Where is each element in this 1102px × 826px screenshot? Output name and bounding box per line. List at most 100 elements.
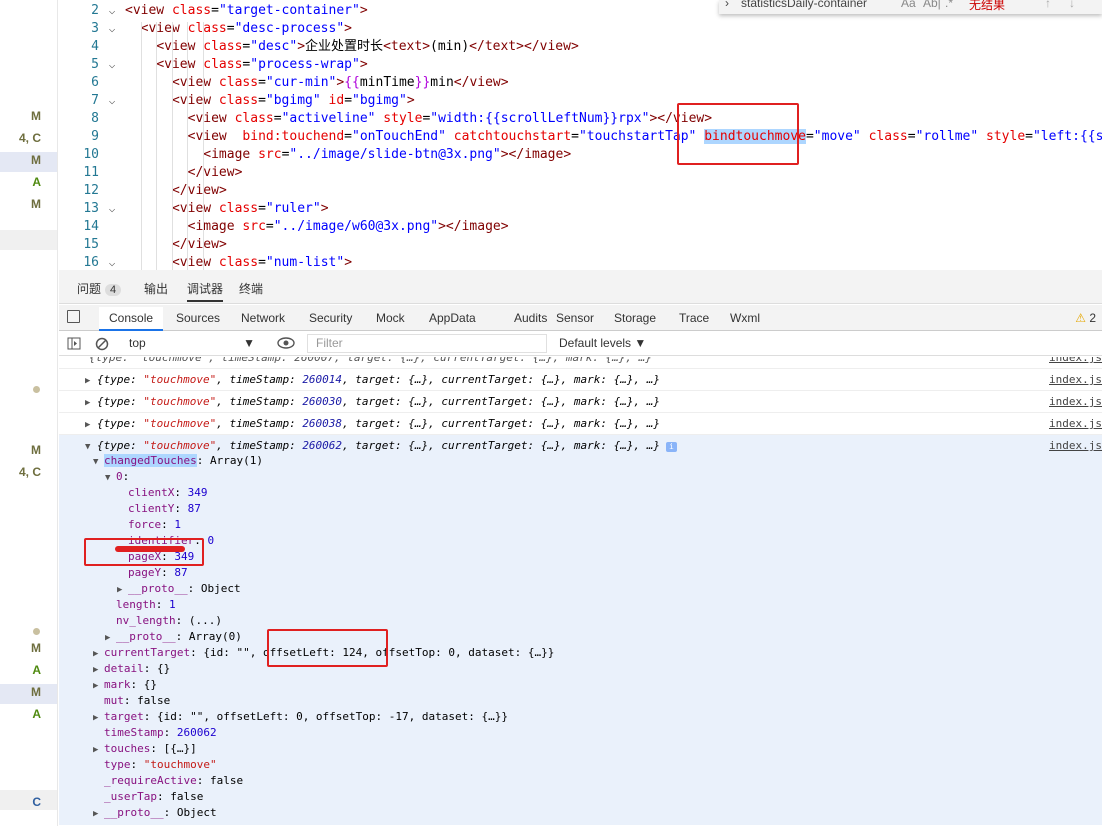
source-link[interactable]: index.js — [1049, 435, 1102, 457]
code-line[interactable]: 16 ⌵ <view class="num-list"> — [59, 254, 1102, 270]
code-line[interactable]: 5 ⌵ <view class="process-wrap"> — [59, 56, 1102, 74]
code-line[interactable]: 13 ⌵ <view class="ruler"> — [59, 200, 1102, 218]
property-number: 1 — [174, 518, 181, 531]
code-token: image — [524, 147, 564, 162]
code-token: "cur-min" — [265, 75, 337, 90]
devtools-tab-storage[interactable]: Storage — [614, 311, 656, 325]
source-link[interactable]: index.js — [1049, 369, 1102, 391]
code-token: 企业处置时长 — [305, 39, 384, 54]
source-link[interactable]: index.js — [1049, 413, 1102, 435]
source-link[interactable]: index.js — [1049, 391, 1102, 413]
inspect-element-icon[interactable] — [67, 310, 80, 323]
expand-triangle-icon[interactable]: ▶ — [85, 370, 97, 392]
devtools-tab-trace[interactable]: Trace — [679, 311, 709, 325]
devtools-tab-appdata[interactable]: AppData — [429, 311, 476, 325]
expand-triangle-icon[interactable]: ▶ — [93, 678, 104, 694]
devtools-tab-network[interactable]: Network — [241, 311, 285, 325]
code-line[interactable]: 6 <view class="cur-min">{{minTime}}min</… — [59, 74, 1102, 92]
log-entry[interactable]: ▶ {type: "touchmove", timeStamp: 260030, … — [59, 391, 1102, 413]
tree-node[interactable]: ▶ touches: [{…}] — [93, 741, 197, 757]
log-entry[interactable]: ▶ {type: "touchmove", timeStamp: 260038, … — [59, 413, 1102, 435]
code-line[interactable]: 12 </view> — [59, 182, 1102, 200]
expand-triangle-icon[interactable]: ▶ — [85, 414, 97, 436]
code-token: = — [226, 21, 235, 36]
property-key: touches — [104, 742, 151, 755]
code-line[interactable]: 8 <view class="activeline" style="width:… — [59, 110, 1102, 128]
scm-status-badge: A — [32, 663, 41, 677]
code-token: "onTouchEnd" — [352, 129, 446, 144]
expand-triangle-icon[interactable]: ▶ — [117, 582, 128, 598]
code-line[interactable]: 2 ⌵ <view class="target-container"> — [59, 2, 1102, 20]
fold-chevron-icon[interactable]: ⌵ — [99, 254, 125, 270]
code-editor[interactable]: › statisticsDaily-container Aa Ab| .* 无结… — [59, 0, 1102, 270]
devtools-tab-audits[interactable]: Audits — [514, 311, 547, 325]
code-line[interactable]: 3 ⌵ <view class="desc-process"> — [59, 20, 1102, 38]
code-token: ></ — [500, 147, 525, 162]
tree-node[interactable]: ▶ detail: {} — [93, 661, 170, 677]
sidebar-toggle-icon[interactable] — [67, 337, 81, 350]
tab-0[interactable]: 问题 4 — [77, 280, 122, 297]
code-token: ></ — [438, 219, 462, 234]
tree-node[interactable]: ▶ __proto__: Object — [117, 581, 241, 597]
tree-node[interactable]: ▼ 0: — [105, 469, 129, 485]
gutter-band — [0, 230, 57, 250]
devtools-tabbar: ⚠ 2 Console Sources Network Security Mock App… — [59, 305, 1102, 331]
property-key: changedTouches — [104, 454, 197, 467]
devtools-tab-sensor[interactable]: Sensor — [556, 311, 594, 325]
fold-chevron-icon[interactable]: ⌵ — [99, 200, 125, 218]
source-link[interactable]: index.js — [1049, 357, 1102, 369]
devtools-tab-mock[interactable]: Mock — [376, 311, 405, 325]
devtools-tab-wxml[interactable]: Wxml — [730, 311, 760, 325]
code-line[interactable]: 4 <view class="desc">企业处置时长<text>(min)</… — [59, 38, 1102, 56]
tree-node[interactable]: ▶ __proto__: Array(0) — [105, 629, 242, 645]
eye-icon[interactable] — [277, 337, 295, 349]
code-line[interactable]: 15 </view> — [59, 236, 1102, 254]
expand-triangle-icon[interactable]: ▶ — [93, 742, 104, 758]
tab-2[interactable]: 调试器 — [187, 280, 224, 302]
code-token: > — [500, 219, 509, 234]
fold-chevron-icon[interactable]: ⌵ — [99, 92, 125, 110]
warning-count[interactable]: ⚠ 2 — [1075, 311, 1096, 325]
log-entry[interactable]: ▶ {type: "touchmove", timeStamp: 260014, … — [59, 369, 1102, 391]
tree-node[interactable]: ▶ mark: {} — [93, 677, 157, 693]
fold-chevron-icon[interactable]: ⌵ — [99, 20, 125, 38]
devtools-tab-security[interactable]: Security — [309, 311, 352, 325]
indent-guide — [156, 22, 158, 270]
code-token: = — [344, 129, 352, 144]
code-line[interactable]: 7 ⌵ <view class="bgimg" id="bgimg"> — [59, 92, 1102, 110]
devtools-tab-console[interactable]: Console — [99, 307, 164, 331]
log-entry[interactable]: {type: "touchmove", timeStamp: 260007, t… — [59, 357, 1102, 369]
code-token: > — [359, 57, 368, 72]
tree-node[interactable]: ▶ __proto__: Object — [93, 805, 217, 821]
filter-input[interactable]: Filter — [307, 334, 547, 353]
code-line[interactable]: 14 <image src="../image/w60@3x.png"></im… — [59, 218, 1102, 236]
property-value: : {} — [143, 662, 171, 675]
fold-chevron-icon[interactable]: ⌵ — [99, 56, 125, 74]
tab-1[interactable]: 输出 — [144, 280, 168, 297]
expand-triangle-icon[interactable]: ▶ — [93, 710, 104, 726]
console-toolbar: top ▼ Filter Default levels ▼ — [59, 332, 1102, 356]
code-line[interactable]: 11 </view> — [59, 164, 1102, 182]
clear-console-icon[interactable] — [95, 337, 109, 351]
tab-label: 调试器 — [187, 282, 224, 296]
collapse-triangle-icon[interactable]: ▼ — [93, 454, 104, 470]
code-token: "rollme" — [915, 129, 979, 144]
tab-3[interactable]: 终端 — [239, 280, 263, 297]
context-select[interactable]: top ▼ — [129, 334, 259, 352]
devtools-tab-sources[interactable]: Sources — [176, 311, 220, 325]
expand-triangle-icon[interactable]: ▶ — [93, 662, 104, 678]
fold-chevron-icon[interactable]: ⌵ — [99, 2, 125, 20]
tree-node[interactable]: ▼ changedTouches: Array(1) — [93, 453, 263, 469]
code-line[interactable]: 10 <image src="../image/slide-btn@3x.png… — [59, 146, 1102, 164]
tree-node[interactable]: ▶ target: {id: "", offsetLeft: 0, offsetT… — [93, 709, 508, 725]
property-number: 349 — [187, 486, 208, 499]
code-token: > — [422, 39, 431, 54]
expand-triangle-icon[interactable]: ▶ — [93, 646, 104, 662]
code-line[interactable]: 9 <view bind:touchend="onTouchEnd" catch… — [59, 128, 1102, 146]
log-levels-select[interactable]: Default levels ▼ — [559, 336, 646, 350]
expand-triangle-icon[interactable]: ▶ — [105, 630, 116, 646]
code-token: < — [171, 75, 180, 90]
expand-triangle-icon[interactable]: ▶ — [85, 392, 97, 414]
collapse-triangle-icon[interactable]: ▼ — [105, 470, 116, 486]
expand-triangle-icon[interactable]: ▶ — [93, 806, 104, 822]
